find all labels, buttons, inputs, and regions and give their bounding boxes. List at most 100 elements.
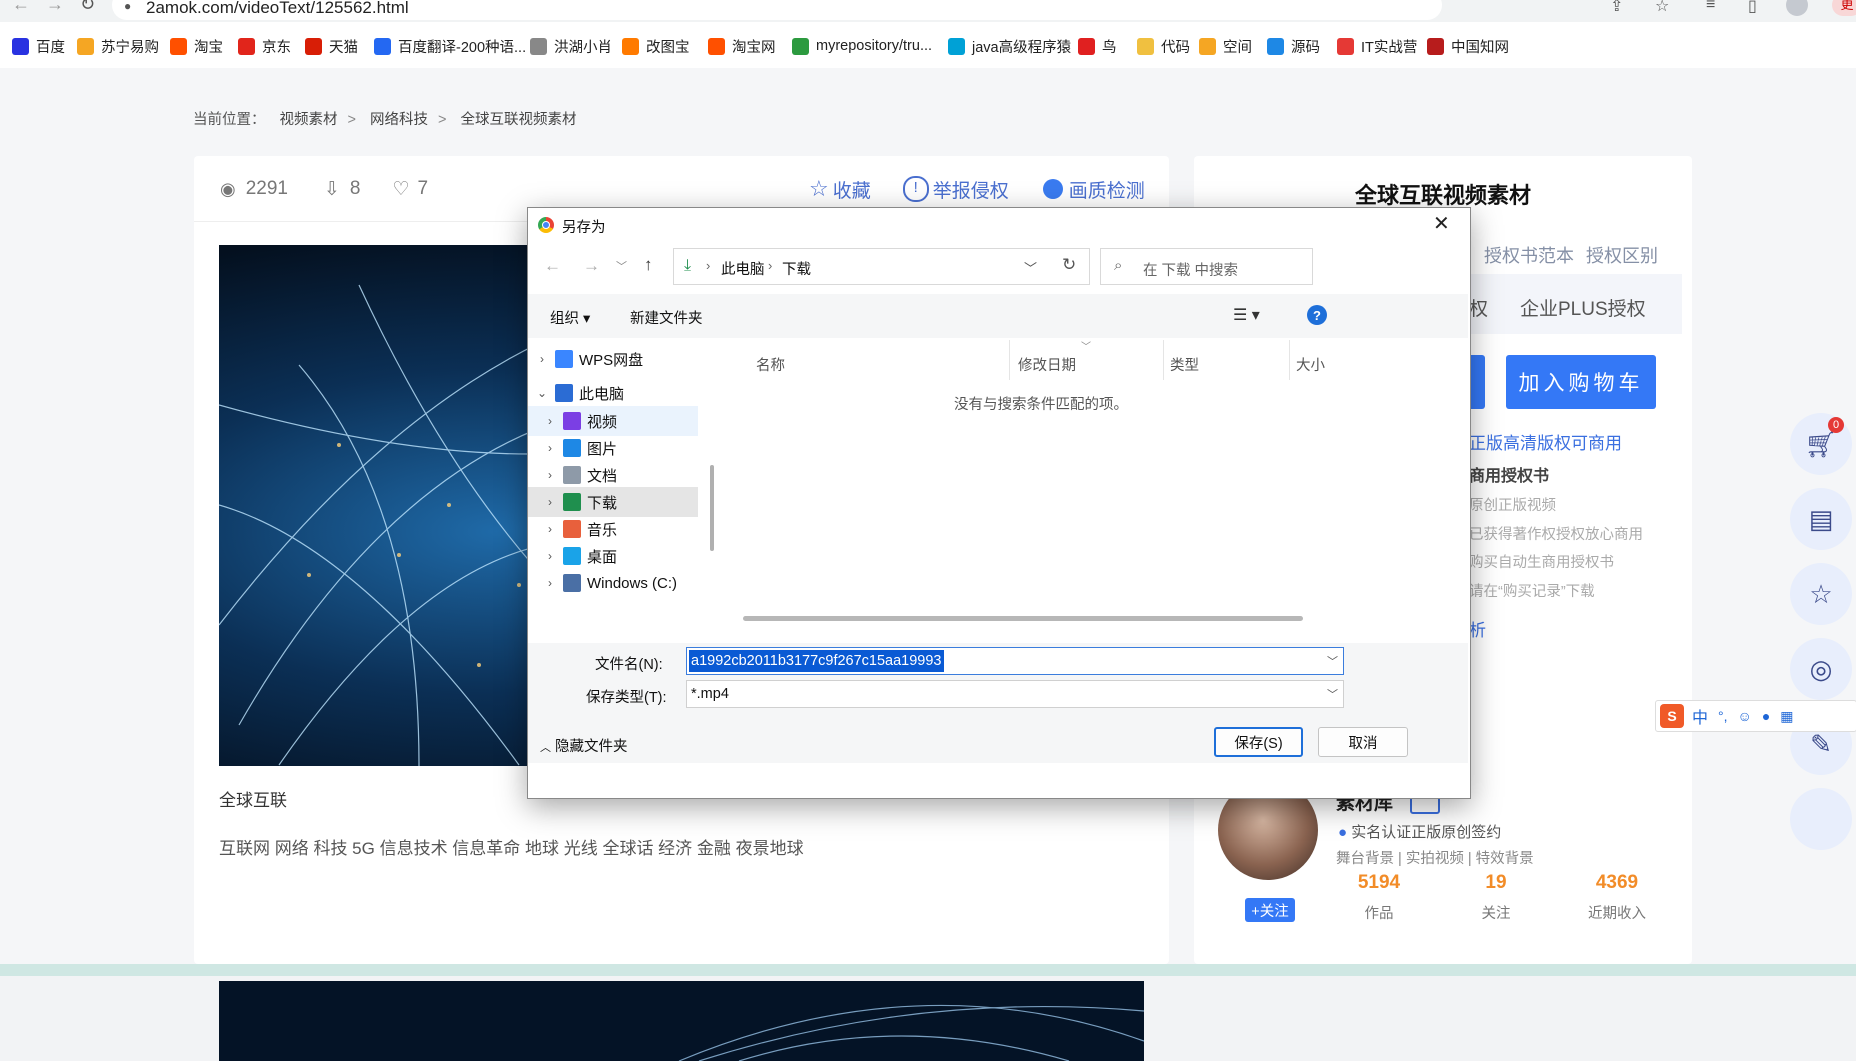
chevron-right-icon[interactable]: › [543, 522, 557, 536]
report-icon[interactable]: ! [902, 176, 929, 202]
bookmark-item[interactable]: 代码 [1137, 36, 1190, 56]
refresh-icon[interactable]: ↻ [1062, 255, 1076, 275]
tree-item[interactable]: › 视频 [528, 406, 698, 436]
bookmark-item[interactable]: 空间 [1199, 36, 1252, 56]
search-box[interactable]: ⌕ 在 下载 中搜索 [1100, 248, 1313, 285]
chevron-right-icon[interactable]: › [543, 576, 557, 590]
chevron-right-icon[interactable]: › [543, 549, 557, 563]
menu-list-icon[interactable]: ≡ [1706, 0, 1715, 14]
support-float-button[interactable]: ◎ [1790, 638, 1852, 700]
ime-toolbar[interactable]: S 中 °, ☺ ● ▦ [1655, 700, 1856, 732]
chevron-right-icon[interactable]: › [543, 441, 557, 455]
cart-float-button[interactable]: 🛒︎ 0 [1790, 413, 1852, 475]
breadcrumb-item[interactable]: 视频素材 [280, 112, 338, 128]
bookmark-item[interactable]: 中国知网 [1427, 36, 1509, 56]
chevron-right-icon[interactable]: › [543, 414, 557, 428]
bookmark-item[interactable]: 百度翻译-200种语... [374, 36, 526, 56]
bookmark-item[interactable]: 京东 [238, 36, 291, 56]
favorite-star-icon[interactable]: ☆ [809, 176, 829, 202]
chevron-right-icon[interactable]: › [543, 468, 557, 482]
filename-input[interactable]: a1992cb2011b3177c9f267c15aa19993 ﹀ [686, 647, 1344, 675]
path-segment[interactable]: 此电脑 [721, 258, 765, 279]
reload-icon[interactable]: ↻ [80, 0, 95, 15]
license-sample-link[interactable]: 授权书范本 [1484, 242, 1574, 268]
horizontal-scrollbar[interactable] [743, 616, 1303, 621]
bookmark-item[interactable]: 天猫 [305, 36, 358, 56]
tree-item[interactable]: › 图片 [528, 433, 698, 463]
tree-item[interactable]: › WPS网盘 [528, 344, 698, 374]
forward-icon[interactable]: → [46, 0, 64, 15]
tree-item[interactable]: › 桌面 [528, 541, 698, 571]
clipboard-float-button[interactable]: ▤ [1790, 488, 1852, 550]
analysis-link[interactable]: 析 [1469, 616, 1486, 641]
chevron-down-icon[interactable]: ﹀ [1327, 653, 1338, 669]
breadcrumb-item[interactable]: 网络科技 [370, 112, 428, 128]
keyboard-icon[interactable]: ▦ [1780, 708, 1793, 725]
bookmark-item[interactable]: java高级程序猿 [948, 36, 1071, 56]
new-folder-button[interactable]: 新建文件夹 [630, 307, 703, 328]
tab-enterprise[interactable]: 企业PLUS授权 [1520, 294, 1646, 321]
help-icon[interactable]: ? [1307, 305, 1327, 325]
bookmark-item[interactable]: 鸟 [1078, 36, 1117, 56]
profile-avatar[interactable] [1786, 0, 1808, 16]
tree-scrollbar[interactable] [710, 465, 714, 551]
path-segment[interactable]: 下载 [782, 258, 811, 279]
close-icon[interactable]: ✕ [1433, 211, 1450, 236]
address-bar[interactable]: ● 2amok.com/videoText/125562.html [112, 0, 1442, 20]
star-icon[interactable]: ☆ [1655, 0, 1669, 16]
address-path-bar[interactable]: ⤓ › 此电脑 › 下载 ﹀ ↻ [673, 248, 1090, 285]
column-date[interactable]: 修改日期 [1018, 354, 1076, 375]
up-arrow-icon[interactable]: ↑ [644, 255, 653, 275]
emoji-icon[interactable]: ☺ [1738, 708, 1752, 724]
chevron-right-icon[interactable]: › [535, 352, 549, 366]
back-icon[interactable]: ← [12, 0, 30, 15]
heart-icon[interactable]: ♡ [393, 178, 410, 201]
ime-lang[interactable]: 中 [1692, 704, 1708, 728]
tree-item[interactable]: › 下载 [528, 487, 698, 517]
column-name[interactable]: 名称 [756, 354, 785, 375]
save-button[interactable]: 保存(S) [1214, 727, 1303, 757]
favorite-button[interactable]: 收藏 [833, 176, 871, 203]
video-preview-2[interactable] [219, 981, 1144, 1061]
follow-button[interactable]: +关注 [1245, 898, 1295, 922]
tab-license[interactable]: 权 [1469, 294, 1488, 321]
chevron-down-icon[interactable]: ⌄ [535, 386, 549, 400]
back-arrow-icon[interactable]: ← [544, 256, 561, 276]
hide-folders-toggle[interactable]: ︿ 隐藏文件夹 [540, 735, 628, 756]
mic-icon[interactable]: ● [1762, 708, 1770, 724]
tree-item[interactable]: › 文档 [528, 460, 698, 490]
sidepanel-icon[interactable]: ▯ [1748, 0, 1757, 16]
bookmark-item[interactable]: 洪湖小肖 [530, 36, 612, 56]
report-button[interactable]: 举报侵权 [933, 176, 1009, 203]
bookmark-item[interactable]: 改图宝 [622, 36, 690, 56]
top-float-button[interactable] [1790, 788, 1852, 850]
breadcrumb-item[interactable]: 全球互联视频素材 [461, 112, 577, 128]
favorite-float-button[interactable]: ☆ [1790, 563, 1852, 625]
chevron-right-icon[interactable]: › [543, 495, 557, 509]
quality-button[interactable]: 画质检测 [1069, 176, 1145, 203]
cancel-button[interactable]: 取消 [1318, 727, 1408, 757]
punct-icon[interactable]: °, [1718, 708, 1728, 724]
add-cart-button[interactable]: 加入购物车 [1506, 355, 1656, 409]
sogou-icon[interactable]: S [1660, 704, 1684, 728]
filetype-select[interactable]: *.mp4 ﹀ [686, 680, 1344, 708]
share-icon[interactable]: ⇪ [1610, 0, 1623, 16]
bookmark-item[interactable]: 淘宝网 [708, 36, 776, 56]
tree-item[interactable]: ⌄ 此电脑 [528, 378, 698, 408]
organize-menu[interactable]: 组织 ▾ [550, 307, 590, 328]
column-size[interactable]: 大小 [1296, 354, 1325, 375]
quality-icon[interactable] [1042, 179, 1063, 199]
bookmark-item[interactable]: IT实战营 [1337, 36, 1417, 56]
update-button[interactable]: 更 [1832, 0, 1856, 16]
column-type[interactable]: 类型 [1170, 354, 1199, 375]
license-diff-link[interactable]: 授权区别 [1586, 242, 1658, 268]
bookmark-item[interactable]: 淘宝 [170, 36, 223, 56]
tree-item[interactable]: › Windows (C:) [528, 568, 698, 598]
bookmark-item[interactable]: 苏宁易购 [77, 36, 159, 56]
recent-dropdown-icon[interactable]: ﹀ [616, 258, 627, 274]
view-options-icon[interactable]: ☰ ▾ [1233, 305, 1260, 325]
bookmark-item[interactable]: myrepository/tru... [792, 36, 932, 56]
chevron-down-icon[interactable]: ﹀ [1327, 686, 1338, 702]
tree-item[interactable]: › 音乐 [528, 514, 698, 544]
bookmark-item[interactable]: 源码 [1267, 36, 1320, 56]
